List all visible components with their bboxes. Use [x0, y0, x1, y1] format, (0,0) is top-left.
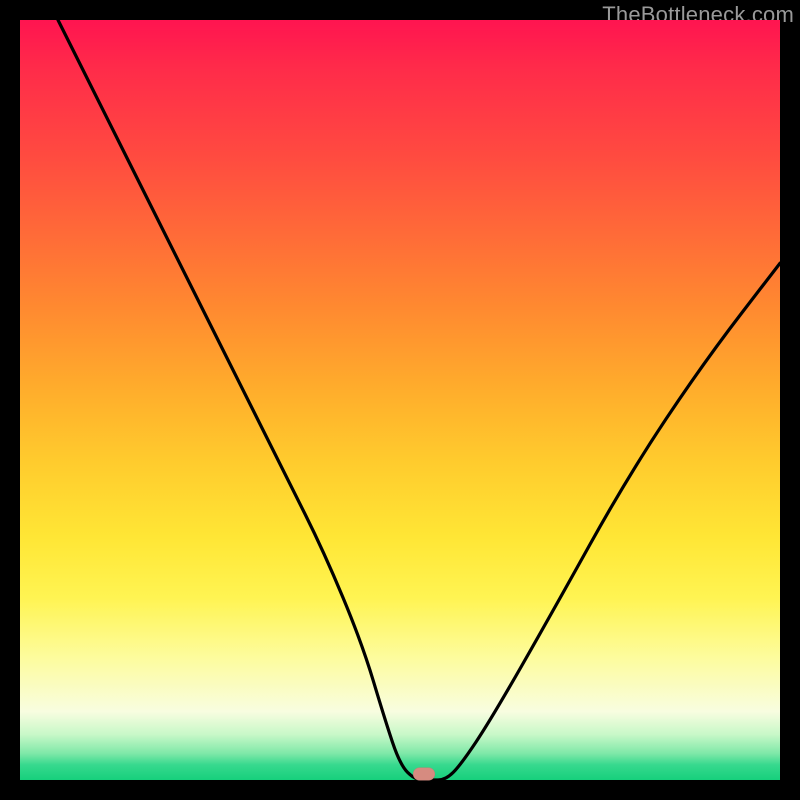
chart-frame: TheBottleneck.com	[0, 0, 800, 800]
bottleneck-curve	[20, 20, 780, 780]
plot-area	[20, 20, 780, 780]
optimum-marker	[413, 768, 435, 781]
